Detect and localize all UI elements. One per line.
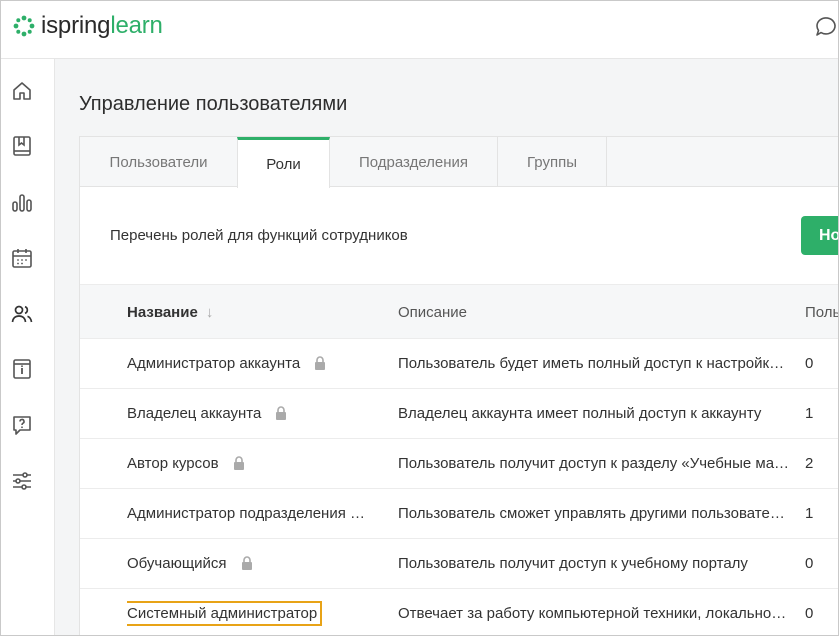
highlighted-role-name[interactable]: Системный администратор [127,601,323,626]
role-description-cell: Пользователь будет иметь полный доступ к… [398,355,785,372]
table-row[interactable]: Администратор подразделения … Пользовате… [80,489,838,539]
role-users-cell: 0 [805,355,814,372]
role-name-cell: Администратор подразделения … [127,505,365,522]
table-row[interactable]: Администратор аккаунта Пользователь буде… [80,339,838,389]
main-content: Управление пользователями Пользователи Р… [55,59,839,635]
table-row[interactable]: Системный администратор Отвечает за рабо… [80,589,838,635]
info-icon[interactable] [10,357,34,381]
courses-book-icon[interactable] [10,134,34,158]
users-icon[interactable] [10,302,34,326]
role-name-cell: Владелец аккаунта [127,389,372,439]
role-users-cell: 0 [805,605,814,622]
role-description-cell: Пользователь получит доступ к разделу «У… [398,455,790,472]
app-logo[interactable]: ispringlearn [13,11,163,41]
calendar-icon[interactable] [10,246,34,270]
role-name-cell: Обучающийся [127,539,372,589]
role-users-cell: 2 [805,455,814,472]
settings-sliders-icon[interactable] [10,469,34,493]
ispring-logo-icon [13,15,35,37]
logo-text: ispringlearn [41,12,163,39]
page-title: Управление пользователями [79,93,348,115]
table-row[interactable]: Обучающийся Пользователь получит доступ … [80,539,838,589]
lock-icon [315,356,326,370]
column-header-description: Описание [398,304,468,321]
tab-departments[interactable]: Подразделения [330,137,498,187]
top-bar: ispringlearn [1,1,838,59]
column-header-users: Поль [805,304,839,321]
tab-roles[interactable]: Роли [237,137,330,188]
roles-description: Перечень ролей для функций сотрудников [110,227,408,244]
app-window: ispringlearn Управление пользователями П… [0,0,839,636]
table-row[interactable]: Автор курсов Пользователь получит доступ… [80,439,838,489]
role-name-cell: Администратор аккаунта [127,339,372,389]
lock-icon [276,406,287,420]
tab-users[interactable]: Пользователи [80,137,238,187]
role-name-cell: Системный администратор [127,589,372,635]
column-header-name[interactable]: Название ↓ [127,285,213,340]
help-icon[interactable] [10,413,34,437]
role-description-cell: Пользователь сможет управлять другими по… [398,505,785,522]
tab-bar: Пользователи Роли Подразделения Группы [80,137,838,188]
home-icon[interactable] [10,79,34,103]
lock-icon [233,456,244,470]
role-description-cell: Отвечает за работу компьютерной техники,… [398,605,787,622]
reports-chart-icon[interactable] [10,191,34,215]
new-role-button[interactable]: Но [801,216,838,255]
chat-icon[interactable] [813,14,838,40]
role-users-cell: 0 [805,555,814,572]
table-row[interactable]: Владелец аккаунта Владелец аккаунта имее… [80,389,838,439]
role-users-cell: 1 [805,505,814,522]
role-name-cell: Автор курсов [127,439,372,489]
roles-card: Пользователи Роли Подразделения Группы П… [79,136,839,635]
sidebar [1,59,55,635]
lock-icon [241,556,252,570]
role-description-cell: Пользователь получит доступ к учебному п… [398,555,748,572]
tab-groups[interactable]: Группы [498,137,607,187]
table-header: Название ↓ Описание Поль [80,284,839,340]
sort-down-arrow-icon[interactable]: ↓ [206,285,214,340]
role-description-cell: Владелец аккаунта имеет полный доступ к … [398,405,762,422]
role-users-cell: 1 [805,405,814,422]
